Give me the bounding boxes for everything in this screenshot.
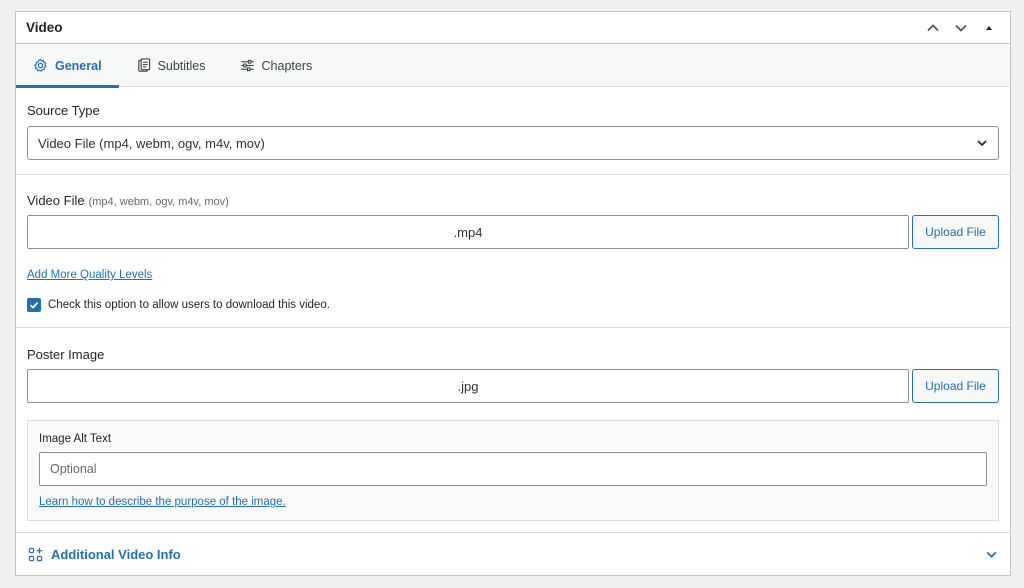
move-up-button[interactable] <box>922 17 944 39</box>
chevron-down-icon <box>955 24 967 32</box>
tab-general[interactable]: General <box>16 44 119 88</box>
panel-title: Video <box>26 20 63 35</box>
video-upload-button[interactable]: Upload File <box>912 215 999 249</box>
video-file-label-row: Video File (mp4, webm, ogv, m4v, mov) <box>27 193 999 208</box>
collapse-panel-button[interactable] <box>978 17 1000 39</box>
download-checkbox[interactable] <box>27 298 41 312</box>
move-down-button[interactable] <box>950 17 972 39</box>
poster-input[interactable]: .jpg <box>27 369 909 403</box>
triangle-up-icon <box>986 25 992 30</box>
video-file-section: Video File (mp4, webm, ogv, m4v, mov) .mp… <box>16 175 1010 328</box>
alt-help-link[interactable]: Learn how to describe the purpose of the… <box>39 496 286 508</box>
tab-chapters-label: Chapters <box>261 58 313 73</box>
download-option-row: Check this option to allow users to down… <box>27 298 999 312</box>
source-type-select[interactable]: Video File (mp4, webm, ogv, m4v, mov) <box>27 126 999 160</box>
alt-help-row: Learn how to describe the purpose of the… <box>39 493 987 508</box>
poster-upload-button[interactable]: Upload File <box>912 369 999 403</box>
poster-row: .jpg Upload File <box>27 369 999 403</box>
poster-label: Poster Image <box>27 347 105 362</box>
image-alt-label: Image Alt Text <box>39 433 112 445</box>
additional-info-left: Additional Video Info <box>28 547 181 562</box>
tab-subtitles[interactable]: Subtitles <box>119 44 223 87</box>
video-file-input[interactable]: .mp4 <box>27 215 909 249</box>
gear-icon <box>34 58 47 72</box>
source-type-selected: Video File (mp4, webm, ogv, m4v, mov) <box>38 135 265 151</box>
image-alt-input[interactable]: Optional <box>39 452 987 486</box>
add-quality-levels-link[interactable]: Add More Quality Levels <box>27 269 152 281</box>
video-file-row: .mp4 Upload File <box>27 215 999 249</box>
chevron-down-icon <box>986 551 997 558</box>
tab-bar: General Subtitles Chapters <box>16 44 1010 88</box>
additional-info-label: Additional Video Info <box>51 546 181 562</box>
panel-header-actions <box>922 17 1000 39</box>
add-quality-row: Add More Quality Levels <box>27 266 999 281</box>
poster-section: Poster Image .jpg Upload File Image Alt … <box>16 328 1010 533</box>
download-checkbox-label: Check this option to allow users to down… <box>48 299 330 311</box>
chevron-up-icon <box>927 23 939 31</box>
video-settings-panel: Video General Subtitles Chapters Source … <box>15 11 1011 576</box>
tab-chapters[interactable]: Chapters <box>223 44 330 87</box>
source-type-label: Source Type <box>27 103 100 118</box>
video-file-hint: (mp4, webm, ogv, m4v, mov) <box>88 196 229 208</box>
tab-general-label: General <box>55 58 102 73</box>
video-file-label: Video File <box>27 193 85 208</box>
panel-header: Video <box>16 12 1010 44</box>
image-alt-box: Image Alt Text Optional Learn how to des… <box>27 420 999 521</box>
checkmark-icon <box>29 302 39 309</box>
sliders-icon <box>240 59 254 72</box>
subtitles-icon <box>137 58 150 72</box>
grid-plus-icon <box>28 547 43 561</box>
chevron-down-icon <box>977 140 987 147</box>
image-alt-placeholder: Optional <box>50 462 97 476</box>
additional-info-toggle[interactable]: Additional Video Info <box>16 533 1010 575</box>
source-type-section: Source Type Video File (mp4, webm, ogv, … <box>16 87 1010 175</box>
tab-subtitles-label: Subtitles <box>157 58 206 73</box>
